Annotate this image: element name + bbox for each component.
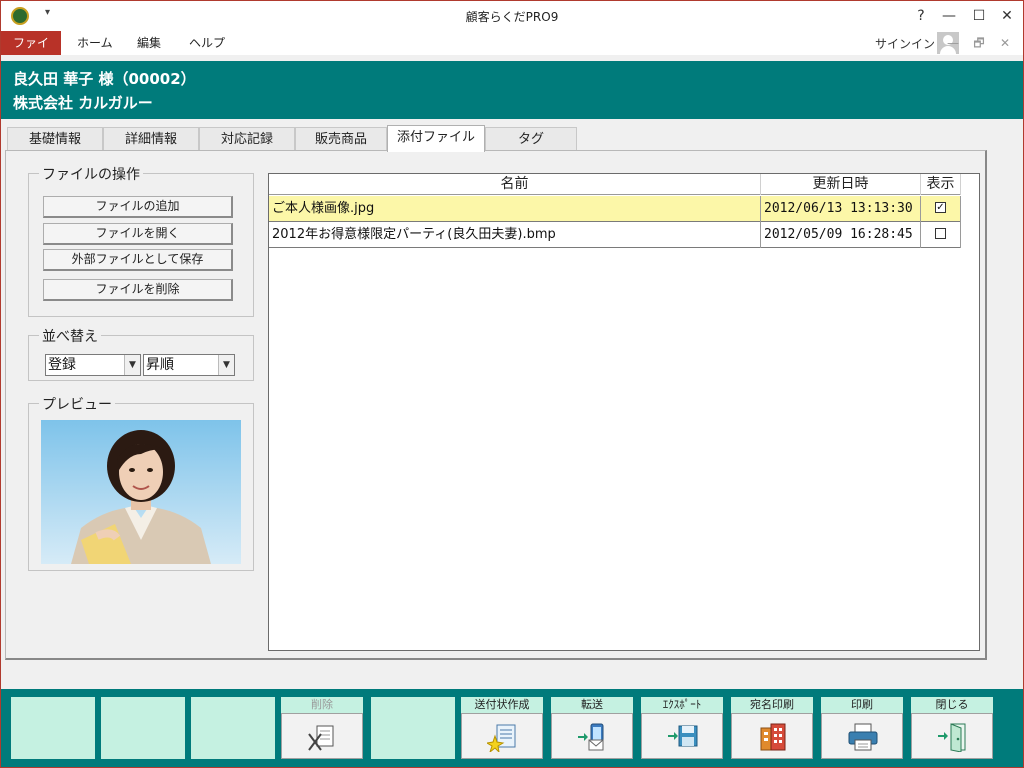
tab-detail-info[interactable]: 詳細情報 xyxy=(103,127,199,151)
menu-help[interactable]: ヘルプ xyxy=(177,31,237,55)
menu-edit[interactable]: 編集 xyxy=(125,31,173,55)
chevron-down-icon[interactable]: ▼ xyxy=(124,355,140,375)
empty-function-button[interactable] xyxy=(101,697,185,759)
file-updated-cell: 2012/05/09 16:28:45 xyxy=(761,222,921,248)
empty-function-button[interactable] xyxy=(191,697,275,759)
file-display-cell xyxy=(921,222,961,248)
close-button[interactable]: 閉じる xyxy=(911,697,995,759)
table-row[interactable]: ご本人様画像.jpg 2012/06/13 13:13:30 ✓ xyxy=(269,196,961,222)
ribbon-minimize-button[interactable]: — xyxy=(943,35,963,51)
tab-attachments[interactable]: 添付ファイル xyxy=(387,125,485,152)
bottom-toolbar: 削除 送付状作成 転送 ｴｸｽﾎﾟｰﾄ 宛名印刷 印刷 閉じる xyxy=(1,689,1023,767)
sort-field-select[interactable]: 登録 ▼ xyxy=(45,354,141,376)
chevron-down-icon[interactable]: ▼ xyxy=(218,355,234,375)
close-door-icon xyxy=(938,723,966,752)
menu-home[interactable]: ホーム xyxy=(65,31,125,55)
title-bar: ▾ 顧客らくだPRO9 ? — ☐ ✕ xyxy=(1,1,1023,31)
sort-title: 並べ替え xyxy=(39,326,101,346)
preview-image xyxy=(41,420,241,564)
column-header-updated[interactable]: 更新日時 xyxy=(761,174,921,195)
empty-function-button[interactable] xyxy=(371,697,455,759)
open-file-button[interactable]: ファイルを開く xyxy=(43,223,233,245)
transfer-button[interactable]: 転送 xyxy=(551,697,635,759)
display-checkbox[interactable]: ✓ xyxy=(935,202,946,213)
delete-icon xyxy=(308,725,334,751)
customer-name: 良久田 華子 様（00002） xyxy=(13,70,196,88)
transfer-icon xyxy=(578,723,604,751)
address-print-icon xyxy=(760,723,786,751)
file-list-table: 名前 更新日時 表示 ご本人様画像.jpg 2012/06/13 13:13:3… xyxy=(268,173,980,651)
cover-letter-label: 送付状作成 xyxy=(461,697,543,713)
export-icon xyxy=(668,725,698,747)
tab-tags[interactable]: タグ xyxy=(485,127,577,151)
tab-basic-info[interactable]: 基礎情報 xyxy=(7,127,103,151)
delete-file-button[interactable]: ファイルを削除 xyxy=(43,279,233,301)
ribbon-close-button[interactable]: ✕ xyxy=(995,35,1015,51)
signin-link[interactable]: サインイン xyxy=(875,35,935,52)
file-display-cell: ✓ xyxy=(921,196,961,222)
ribbon-restore-button[interactable]: 🗗 xyxy=(969,35,989,51)
sort-order-value: 昇順 xyxy=(146,357,174,373)
table-header: 名前 更新日時 表示 xyxy=(269,174,961,195)
file-name-cell[interactable]: ご本人様画像.jpg xyxy=(269,196,761,222)
address-print-label: 宛名印刷 xyxy=(731,697,813,713)
file-name-cell[interactable]: 2012年お得意様限定パーティ(良久田夫妻).bmp xyxy=(269,222,761,248)
add-file-button[interactable]: ファイルの追加 xyxy=(43,196,233,218)
close-label: 閉じる xyxy=(911,697,993,713)
column-header-name[interactable]: 名前 xyxy=(269,174,761,195)
help-button[interactable]: ? xyxy=(909,5,933,27)
attachments-panel: ファイルの操作 ファイルの追加 ファイルを開く 外部ファイルとして保存 ファイル… xyxy=(5,150,987,660)
preview-group: プレビュー xyxy=(28,394,254,571)
app-window: ▾ 顧客らくだPRO9 ? — ☐ ✕ ファイル ホーム 編集 ヘルプ サインイ… xyxy=(0,0,1024,768)
address-print-button[interactable]: 宛名印刷 xyxy=(731,697,815,759)
print-button[interactable]: 印刷 xyxy=(821,697,905,759)
minimize-button[interactable]: — xyxy=(937,5,961,27)
maximize-button[interactable]: ☐ xyxy=(967,5,991,27)
menu-file[interactable]: ファイル xyxy=(1,31,61,74)
file-ops-title: ファイルの操作 xyxy=(39,164,143,184)
close-window-button[interactable]: ✕ xyxy=(995,5,1019,27)
export-label: ｴｸｽﾎﾟｰﾄ xyxy=(641,697,723,713)
sort-group: 並べ替え 登録 ▼ 昇順 ▼ xyxy=(28,326,254,381)
cover-letter-icon xyxy=(487,724,516,752)
window-title: 顧客らくだPRO9 xyxy=(465,10,559,24)
sort-field-value: 登録 xyxy=(48,357,76,373)
display-checkbox[interactable] xyxy=(935,228,946,239)
customer-header: 良久田 華子 様（00002） 株式会社 カルガルー xyxy=(1,61,1023,119)
menu-bar: ファイル ホーム 編集 ヘルプ サインイン — 🗗 ✕ xyxy=(1,31,1023,74)
save-external-button[interactable]: 外部ファイルとして保存 xyxy=(43,249,233,271)
delete-label: 削除 xyxy=(281,697,363,713)
cover-letter-button[interactable]: 送付状作成 xyxy=(461,697,545,759)
print-label: 印刷 xyxy=(821,697,903,713)
column-header-display[interactable]: 表示 xyxy=(921,174,961,195)
sort-order-select[interactable]: 昇順 ▼ xyxy=(143,354,235,376)
delete-button[interactable]: 削除 xyxy=(281,697,365,759)
file-updated-cell: 2012/06/13 13:13:30 xyxy=(761,196,921,222)
customer-company: 株式会社 カルガルー xyxy=(13,94,153,112)
tab-contact-log[interactable]: 対応記録 xyxy=(199,127,295,151)
preview-title: プレビュー xyxy=(39,394,115,414)
table-row[interactable]: 2012年お得意様限定パーティ(良久田夫妻).bmp 2012/05/09 16… xyxy=(269,222,961,248)
tab-sales-products[interactable]: 販売商品 xyxy=(295,127,387,151)
export-button[interactable]: ｴｸｽﾎﾟｰﾄ xyxy=(641,697,725,759)
printer-icon xyxy=(848,723,878,751)
empty-function-button[interactable] xyxy=(11,697,95,759)
transfer-label: 転送 xyxy=(551,697,633,713)
file-ops-group: ファイルの操作 ファイルの追加 ファイルを開く 外部ファイルとして保存 ファイル… xyxy=(28,164,254,317)
